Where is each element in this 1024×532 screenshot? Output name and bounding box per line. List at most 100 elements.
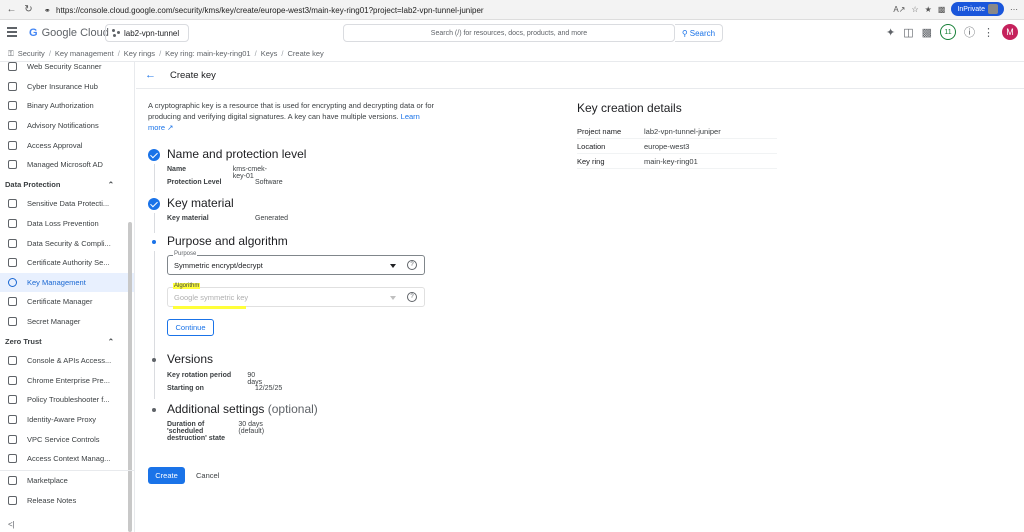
more-icon[interactable]: ⋯ xyxy=(1010,5,1018,14)
starting-row: Starting on 12/25/25 xyxy=(167,385,282,392)
sidebar-item-secret-manager[interactable]: Secret Manager xyxy=(0,312,134,332)
sidebar: Web Security Scanner Cyber Insurance Hub… xyxy=(0,62,135,532)
protection-value: Software xyxy=(255,179,283,186)
continue-button[interactable]: Continue xyxy=(167,319,214,336)
detail-row: Key ring main-key-ring01 xyxy=(577,154,777,169)
sidebar-item-certificate-manager[interactable]: Certificate Manager xyxy=(0,292,134,312)
purpose-value: Symmetric encrypt/decrypt xyxy=(174,261,263,270)
step-title[interactable]: Key material xyxy=(167,196,234,210)
favorite-icon[interactable]: ☆ xyxy=(911,5,918,14)
back-arrow-icon[interactable]: ← xyxy=(145,69,156,81)
sidebar-section-data-protection[interactable]: Data Protection ⌃ xyxy=(0,175,134,195)
starting-label: Starting on xyxy=(167,385,204,392)
sidebar-item-vpc-service-controls[interactable]: VPC Service Controls xyxy=(0,429,134,449)
sidebar-item-advisory-notifications[interactable]: Advisory Notifications xyxy=(0,116,134,136)
sidebar-item-label: Key Management xyxy=(27,277,86,287)
purpose-select[interactable]: Purpose Symmetric encrypt/decrypt ? xyxy=(167,251,425,275)
settings-more-icon[interactable]: ⋮ xyxy=(983,26,994,39)
protection-label: Protection Level xyxy=(167,179,222,186)
sidebar-item-policy-troubleshooter[interactable]: Policy Troubleshooter f... xyxy=(0,390,134,410)
collapse-sidebar-icon[interactable]: <| xyxy=(8,520,15,529)
create-button[interactable]: Create xyxy=(148,467,185,484)
sidebar-item-data-security[interactable]: Data Security & Compli... xyxy=(0,233,134,253)
step-title[interactable]: Additional settings (optional) xyxy=(167,402,318,416)
step-line xyxy=(153,164,155,192)
rotation-value: 90 days xyxy=(247,372,263,386)
favorites-bar-icon[interactable]: ★ xyxy=(925,5,932,14)
intro-description: A cryptographic key is a resource that i… xyxy=(148,101,434,121)
search-input[interactable]: Search (/) for resources, docs, products… xyxy=(343,24,675,42)
address-bar[interactable]: ⚭ https://console.cloud.google.com/secur… xyxy=(44,3,934,17)
detail-key: Project name xyxy=(577,126,622,136)
cancel-button[interactable]: Cancel xyxy=(196,471,219,480)
sidebar-footer: Marketplace Release Notes xyxy=(0,470,134,510)
gemini-icon[interactable]: ✦ xyxy=(886,26,895,39)
protection-row: Protection Level Software xyxy=(167,179,283,186)
search-button[interactable]: ⚲ Search xyxy=(675,24,723,42)
sidebar-item-label: Binary Authorization xyxy=(27,101,94,111)
section-label: Data Protection xyxy=(5,179,61,189)
sidebar-item-managed-microsoft-ad[interactable]: Managed Microsoft AD xyxy=(0,155,134,175)
google-cloud-logo[interactable]: G Google Cloud xyxy=(29,27,109,39)
shield-icon xyxy=(8,238,17,248)
sidebar-item-chrome-enterprise[interactable]: Chrome Enterprise Pre... xyxy=(0,371,134,391)
sidebar-item-cyber-insurance-hub[interactable]: Cyber Insurance Hub xyxy=(0,77,134,97)
console-icon xyxy=(8,356,17,366)
main-content: ← Create key A cryptographic key is a re… xyxy=(136,62,1024,532)
sidebar-section-zero-trust[interactable]: Zero Trust ⌃ xyxy=(0,331,134,351)
vpc-icon xyxy=(8,434,17,444)
collections-icon[interactable]: ▩ xyxy=(938,5,946,14)
breadcrumb-keys[interactable]: Keys xyxy=(261,49,278,58)
project-selector[interactable]: lab2-vpn-tunnel xyxy=(105,24,189,42)
refresh-icon[interactable]: ↻ xyxy=(23,4,34,15)
gift-icon[interactable]: ◫ xyxy=(903,26,913,39)
help-icon[interactable]: ? xyxy=(407,260,417,270)
sidebar-item-access-approval[interactable]: Access Approval xyxy=(0,135,134,155)
current-step-icon xyxy=(152,240,156,244)
sidebar-item-label: Release Notes xyxy=(27,495,77,505)
sidebar-item-marketplace[interactable]: Marketplace xyxy=(0,471,134,491)
sidebar-item-label: Secret Manager xyxy=(27,317,81,327)
console-header: G Google Cloud lab2-vpn-tunnel Search (/… xyxy=(0,20,1024,46)
search-icon: ⚲ xyxy=(681,28,688,38)
proxy-icon xyxy=(8,414,17,424)
lock-icon: ⚭ xyxy=(44,6,51,15)
sidebar-item-identity-aware-proxy[interactable]: Identity-Aware Proxy xyxy=(0,410,134,430)
notifications-badge[interactable]: 11 xyxy=(940,24,956,40)
sidebar-item-certificate-authority[interactable]: Certificate Authority Se... xyxy=(0,253,134,273)
algorithm-select: Algorithm Google symmetric key ? xyxy=(167,283,425,307)
sidebar-item-access-context-manager[interactable]: Access Context Manag... xyxy=(0,449,134,469)
inprivate-badge[interactable]: InPrivate xyxy=(951,2,1004,16)
browser-toolbar: ← ↻ ⚭ https://console.cloud.google.com/s… xyxy=(0,0,1024,20)
detail-key: Location xyxy=(577,141,606,151)
sidebar-item-sensitive-data-protection[interactable]: Sensitive Data Protecti... xyxy=(0,194,134,214)
sidebar-item-key-management[interactable]: Key Management xyxy=(0,272,134,293)
key-icon xyxy=(8,277,17,287)
help-icon[interactable]: ? xyxy=(407,292,417,302)
breadcrumb-key-ring[interactable]: Key ring: main-key-ring01 xyxy=(165,49,250,58)
sidebar-item-data-loss-prevention[interactable]: Data Loss Prevention xyxy=(0,214,134,234)
step-title[interactable]: Versions xyxy=(167,352,213,366)
sidebar-item-binary-authorization[interactable]: Binary Authorization xyxy=(0,96,134,116)
cloud-shell-icon[interactable]: ▩ xyxy=(922,26,932,39)
user-avatar[interactable]: M xyxy=(1002,24,1018,40)
menu-icon[interactable] xyxy=(7,27,17,37)
dropdown-arrow-icon xyxy=(390,264,396,268)
duration-row: Duration of 'scheduled destruction' state… xyxy=(167,421,281,442)
purpose-label: Purpose xyxy=(173,251,198,257)
sidebar-item-label: Advisory Notifications xyxy=(27,121,99,131)
step-title[interactable]: Name and protection level xyxy=(167,147,306,161)
search-placeholder: Search (/) for resources, docs, products… xyxy=(430,29,588,37)
sidebar-item-label: Marketplace xyxy=(27,476,68,486)
help-icon[interactable]: ⓘ xyxy=(964,24,975,40)
back-icon[interactable]: ← xyxy=(6,4,17,15)
details-title: Key creation details xyxy=(577,101,682,115)
sidebar-item-web-security-scanner[interactable]: Web Security Scanner xyxy=(0,57,134,77)
sidebar-item-release-notes[interactable]: Release Notes xyxy=(0,491,134,511)
page-title: Create key xyxy=(170,70,216,81)
search-icon xyxy=(8,199,17,209)
dropdown-arrow-icon xyxy=(390,296,396,300)
sidebar-item-console-apis-access[interactable]: Console & APIs Access... xyxy=(0,351,134,371)
highlight-mark xyxy=(173,306,246,309)
read-aloud-icon[interactable]: A↗ xyxy=(893,5,905,14)
